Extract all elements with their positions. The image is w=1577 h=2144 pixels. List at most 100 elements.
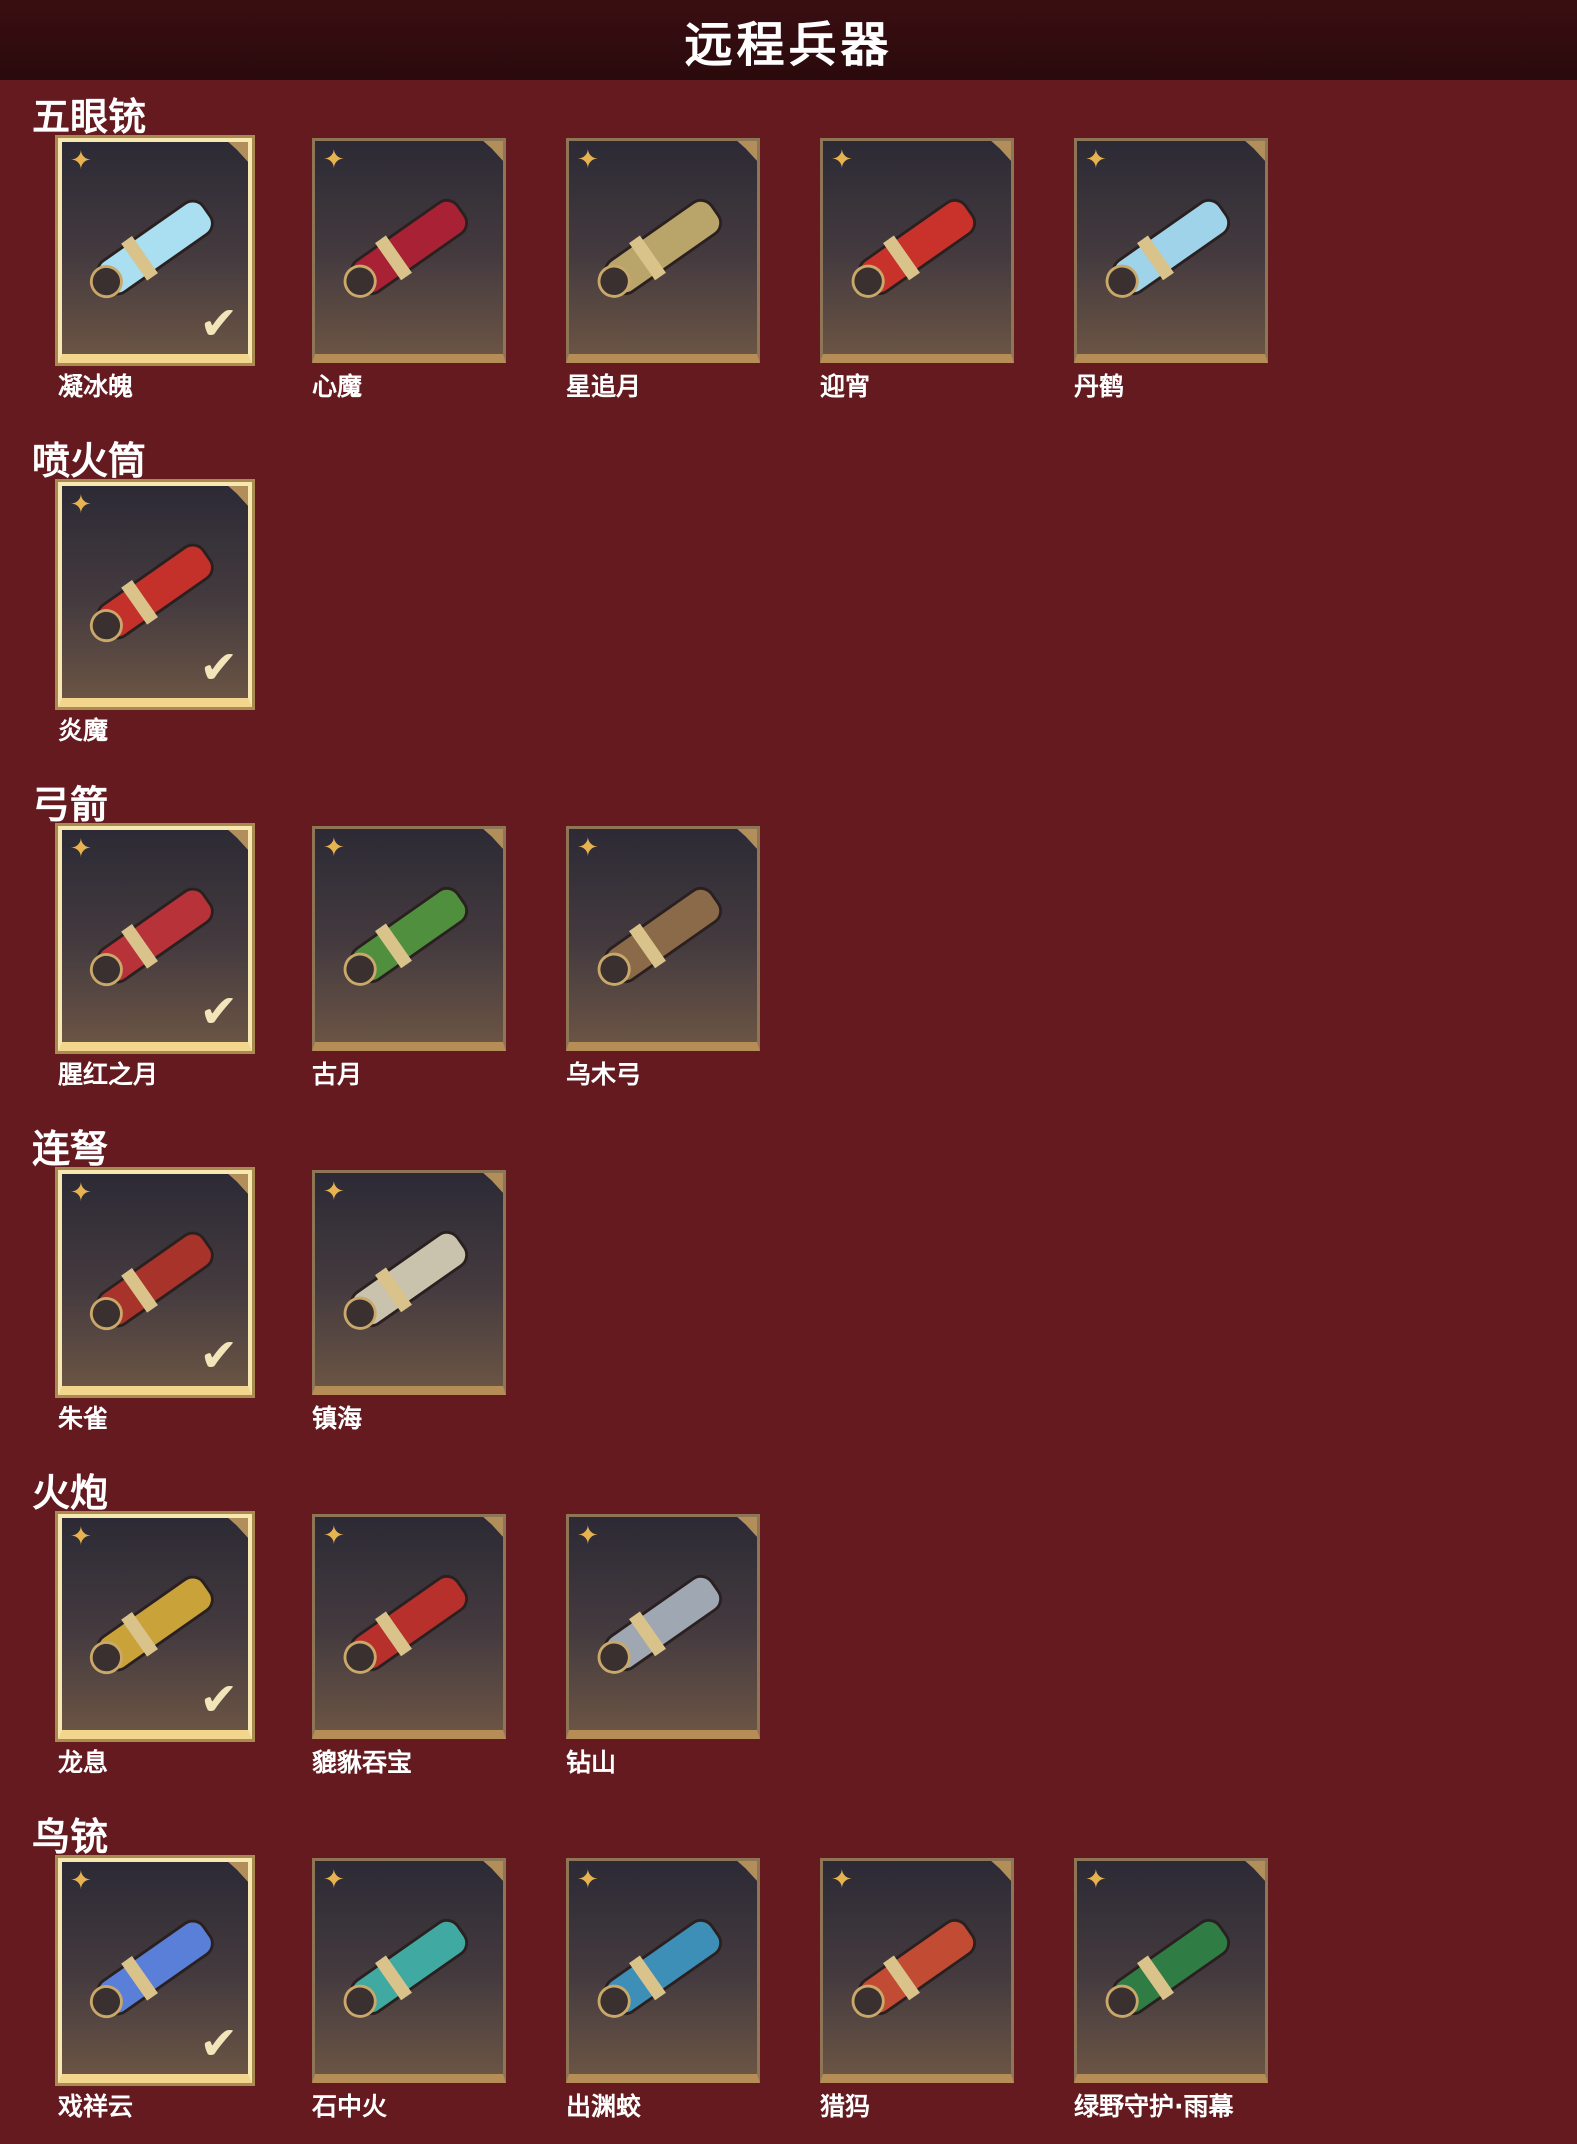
weapon-name: 戏祥云 (58, 2092, 134, 2121)
weapon-card[interactable]: ✦ (820, 1858, 1014, 2083)
weapon-item[interactable]: ✦ 猎犸 (820, 1858, 1014, 2123)
weapon-item[interactable]: ✦ ✔ 朱雀 (58, 1170, 252, 1435)
weapon-item[interactable]: ✦ 古月 (312, 826, 506, 1091)
weapon-name: 乌木弓 (566, 1060, 642, 1089)
weapon-name: 丹鹤 (1074, 372, 1125, 401)
weapon-item[interactable]: ✦ ✔ 凝冰魄 (58, 138, 252, 403)
page-title: 远程兵器 (684, 17, 893, 73)
weapon-card[interactable]: ✦ (312, 1858, 506, 2083)
weapon-name: 心魔 (312, 372, 363, 401)
weapon-item[interactable]: ✦ 心魔 (312, 138, 506, 403)
weapon-row: ✦ ✔ 戏祥云 ✦ 石中火 ✦ 出渊蛟 ✦ 猎犸 ✦ 绿野守护·雨幕 (58, 1858, 1268, 2123)
weapon-name: 凝冰魄 (58, 372, 134, 401)
weapon-name: 钻山 (566, 1748, 617, 1777)
weapon-card[interactable]: ✦ ✔ (58, 826, 252, 1051)
check-icon: ✔ (199, 640, 238, 694)
weapon-card[interactable]: ✦ (1074, 138, 1268, 363)
weapon-card[interactable]: ✦ (820, 138, 1014, 363)
four-point-star-icon: ✦ (70, 490, 92, 520)
check-icon: ✔ (199, 1672, 238, 1726)
weapon-item[interactable]: ✦ 迎宵 (820, 138, 1014, 403)
weapon-item[interactable]: ✦ ✔ 炎魔 (58, 482, 252, 747)
weapon-card[interactable]: ✦ ✔ (58, 1514, 252, 1739)
weapon-item[interactable]: ✦ ✔ 腥红之月 (58, 826, 252, 1091)
weapon-card[interactable]: ✦ (1074, 1858, 1268, 2083)
weapon-name: 炎魔 (58, 716, 109, 745)
weapon-card[interactable]: ✦ ✔ (58, 138, 252, 363)
weapon-item[interactable]: ✦ 镇海 (312, 1170, 506, 1435)
check-icon: ✔ (199, 984, 238, 1038)
weapon-row: ✦ ✔ 炎魔 (58, 482, 252, 747)
weapon-item[interactable]: ✦ 星追月 (566, 138, 760, 403)
four-point-star-icon: ✦ (70, 1522, 92, 1552)
weapon-item[interactable]: ✦ 乌木弓 (566, 826, 760, 1091)
title-bar: 远程兵器 (0, 0, 1577, 80)
four-point-star-icon: ✦ (1085, 1865, 1107, 1895)
four-point-star-icon: ✦ (577, 145, 599, 175)
four-point-star-icon: ✦ (577, 1865, 599, 1895)
weapon-name: 石中火 (312, 2092, 388, 2121)
weapon-item[interactable]: ✦ 貔貅吞宝 (312, 1514, 506, 1779)
weapon-name: 迎宵 (820, 372, 871, 401)
category-title: 弓箭 (32, 783, 109, 827)
weapon-item[interactable]: ✦ ✔ 龙息 (58, 1514, 252, 1779)
weapon-card[interactable]: ✦ (566, 826, 760, 1051)
check-icon: ✔ (199, 296, 238, 350)
four-point-star-icon: ✦ (70, 834, 92, 864)
weapon-card[interactable]: ✦ ✔ (58, 482, 252, 707)
four-point-star-icon: ✦ (1085, 145, 1107, 175)
category-title: 火炮 (32, 1471, 109, 1515)
four-point-star-icon: ✦ (323, 1177, 345, 1207)
weapon-row: ✦ ✔ 凝冰魄 ✦ 心魔 ✦ 星追月 ✦ 迎宵 ✦ 丹鹤 (58, 138, 1268, 403)
weapon-item[interactable]: ✦ 钻山 (566, 1514, 760, 1779)
four-point-star-icon: ✦ (70, 1178, 92, 1208)
weapon-card[interactable]: ✦ ✔ (58, 1170, 252, 1395)
category-title: 五眼铳 (32, 95, 147, 139)
weapon-item[interactable]: ✦ 石中火 (312, 1858, 506, 2123)
weapon-item[interactable]: ✦ 出渊蛟 (566, 1858, 760, 2123)
weapon-row: ✦ ✔ 朱雀 ✦ 镇海 (58, 1170, 506, 1435)
weapon-card[interactable]: ✦ (312, 826, 506, 1051)
weapon-item[interactable]: ✦ 丹鹤 (1074, 138, 1268, 403)
four-point-star-icon: ✦ (70, 1866, 92, 1896)
weapon-name: 绿野守护·雨幕 (1074, 2092, 1234, 2121)
weapon-name: 星追月 (566, 372, 642, 401)
weapon-name: 古月 (312, 1060, 363, 1089)
four-point-star-icon: ✦ (323, 1521, 345, 1551)
weapon-name: 镇海 (312, 1404, 363, 1433)
check-icon: ✔ (199, 2016, 238, 2070)
category-title: 连弩 (32, 1127, 109, 1171)
weapon-category-section: 喷火筒 ✦ ✔ 炎魔 (0, 424, 1577, 768)
weapon-name: 腥红之月 (58, 1060, 159, 1089)
weapon-card[interactable]: ✦ (566, 1858, 760, 2083)
category-title: 喷火筒 (32, 439, 147, 483)
four-point-star-icon: ✦ (577, 833, 599, 863)
weapon-name: 猎犸 (820, 2092, 871, 2121)
four-point-star-icon: ✦ (70, 146, 92, 176)
weapon-card[interactable]: ✦ (566, 1514, 760, 1739)
four-point-star-icon: ✦ (831, 1865, 853, 1895)
weapon-category-section: 鸟铳 ✦ ✔ 戏祥云 ✦ 石中火 ✦ 出渊蛟 ✦ 猎犸 ✦ 绿野守护·雨幕 (0, 1800, 1577, 2144)
weapon-card[interactable]: ✦ (312, 1514, 506, 1739)
weapon-name: 出渊蛟 (566, 2092, 642, 2121)
weapon-category-section: 火炮 ✦ ✔ 龙息 ✦ 貔貅吞宝 ✦ 钻山 (0, 1456, 1577, 1800)
weapon-category-section: 五眼铳 ✦ ✔ 凝冰魄 ✦ 心魔 ✦ 星追月 ✦ 迎宵 ✦ 丹鹤 (0, 80, 1577, 424)
four-point-star-icon: ✦ (323, 1865, 345, 1895)
weapon-row: ✦ ✔ 腥红之月 ✦ 古月 ✦ 乌木弓 (58, 826, 760, 1091)
weapon-name: 龙息 (58, 1748, 109, 1777)
four-point-star-icon: ✦ (323, 145, 345, 175)
weapon-sections: 五眼铳 ✦ ✔ 凝冰魄 ✦ 心魔 ✦ 星追月 ✦ 迎宵 ✦ 丹鹤 喷火筒 ✦ ✔ 炎魔 弓箭 ✦ ✔ 腥红之月 ✦ 古月 ✦… (0, 80, 1577, 2144)
four-point-star-icon: ✦ (323, 833, 345, 863)
weapon-card[interactable]: ✦ ✔ (58, 1858, 252, 2083)
weapon-name: 貔貅吞宝 (312, 1748, 413, 1777)
weapon-category-section: 弓箭 ✦ ✔ 腥红之月 ✦ 古月 ✦ 乌木弓 (0, 768, 1577, 1112)
weapon-item[interactable]: ✦ 绿野守护·雨幕 (1074, 1858, 1268, 2123)
weapon-card[interactable]: ✦ (566, 138, 760, 363)
weapon-card[interactable]: ✦ (312, 138, 506, 363)
weapon-category-section: 连弩 ✦ ✔ 朱雀 ✦ 镇海 (0, 1112, 1577, 1456)
four-point-star-icon: ✦ (577, 1521, 599, 1551)
weapon-item[interactable]: ✦ ✔ 戏祥云 (58, 1858, 252, 2123)
weapon-card[interactable]: ✦ (312, 1170, 506, 1395)
category-title: 鸟铳 (32, 1815, 109, 1859)
check-icon: ✔ (199, 1328, 238, 1382)
